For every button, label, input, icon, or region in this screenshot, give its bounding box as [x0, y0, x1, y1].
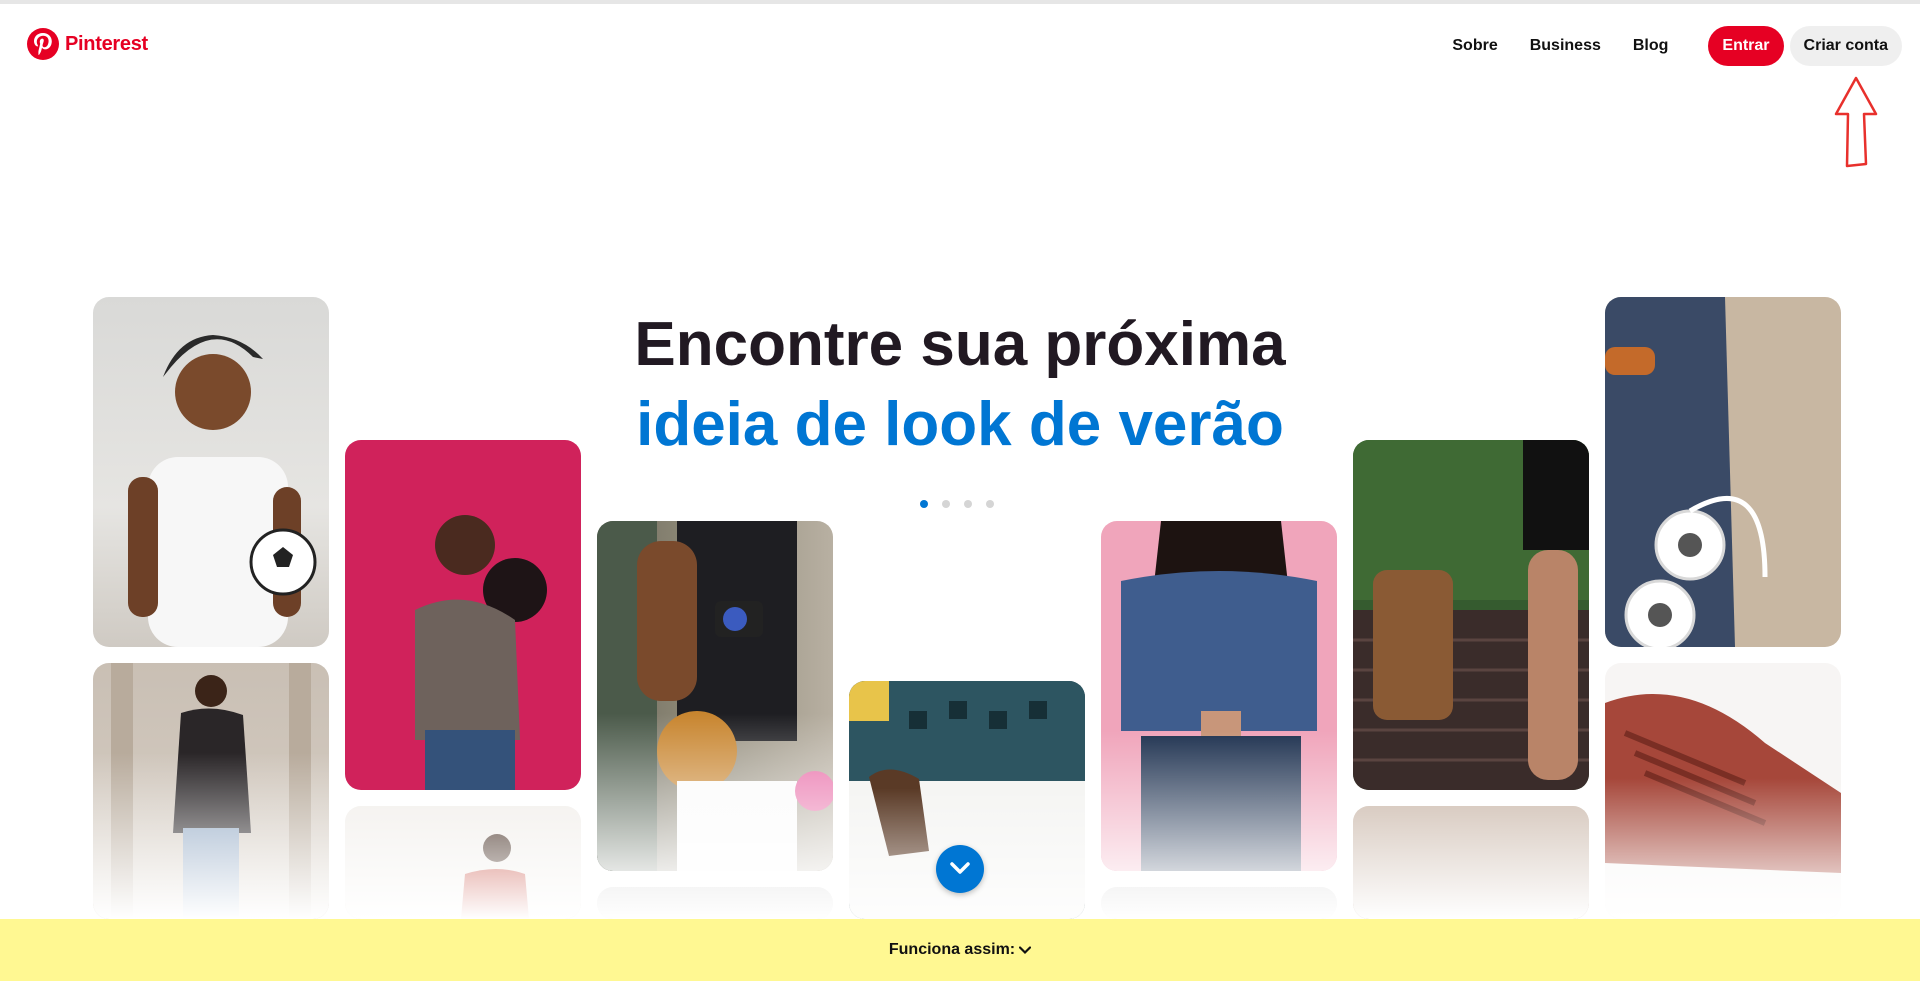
- woman-red-jacket-photo[interactable]: [345, 806, 581, 919]
- chevron-down-icon: [950, 862, 970, 874]
- carousel-dot-4[interactable]: [986, 500, 994, 508]
- how-it-works-bar[interactable]: Funciona assim:: [0, 919, 1920, 981]
- woman-camera-rattan-bag-photo[interactable]: [597, 521, 833, 871]
- woman-dark-outfit-columns-photo[interactable]: [93, 663, 329, 919]
- pin-column3-bottom-photo[interactable]: [597, 887, 833, 919]
- leather-backpack-brick-wall-photo[interactable]: [1353, 440, 1589, 790]
- red-up-arrow-annotation: [1834, 76, 1878, 168]
- denim-woman-illustration: [1121, 521, 1317, 871]
- nav-link-blog[interactable]: Blog: [1633, 37, 1669, 55]
- carousel-dot-2[interactable]: [942, 500, 950, 508]
- chevron-down-small-icon: [1019, 945, 1032, 954]
- scroll-down-button[interactable]: [936, 845, 984, 893]
- headphones-denim-wood-photo[interactable]: [1605, 297, 1841, 647]
- how-it-works-label: Funciona assim:: [888, 941, 1016, 958]
- carousel-dot-3[interactable]: [964, 500, 972, 508]
- woman-portrait-photo[interactable]: [1353, 806, 1589, 919]
- header-actions: Sobre Business Blog Entrar Criar conta: [1452, 26, 1902, 66]
- carousel-dots: [920, 500, 994, 508]
- pinterest-logo-icon: [27, 28, 59, 60]
- woman-buns-pink-wall-photo[interactable]: [345, 440, 581, 790]
- woman-columns-illustration: [111, 663, 311, 919]
- woman-denim-shirt-pink-wall-photo[interactable]: [1101, 521, 1337, 871]
- headphones-illustration: [1605, 297, 1768, 647]
- backpack-illustration: [1353, 440, 1589, 790]
- brand-name: Pinterest: [65, 32, 148, 55]
- man-illustration: [128, 335, 317, 647]
- carousel-dot-1[interactable]: [920, 500, 928, 508]
- pin-column5-bottom-photo[interactable]: [1101, 887, 1337, 919]
- pinterest-logo[interactable]: Pinterest: [27, 28, 148, 60]
- nav-link-business[interactable]: Business: [1530, 37, 1601, 55]
- signup-button[interactable]: Criar conta: [1789, 26, 1902, 66]
- red-jacket-illustration: [461, 834, 529, 919]
- red-sneakers-photo[interactable]: [1605, 663, 1841, 919]
- top-navbar: Pinterest Sobre Business Blog Entrar Cri…: [0, 4, 1920, 84]
- camera-woman-illustration: [597, 521, 833, 871]
- hero-line-1: Encontre sua próxima: [634, 310, 1286, 379]
- man-cap-soccer-ball-photo[interactable]: [93, 297, 329, 647]
- woman-pink-illustration: [415, 515, 547, 790]
- login-button[interactable]: Entrar: [1708, 26, 1784, 66]
- nav-link-sobre[interactable]: Sobre: [1452, 37, 1497, 55]
- sneakers-illustration: [1605, 694, 1841, 873]
